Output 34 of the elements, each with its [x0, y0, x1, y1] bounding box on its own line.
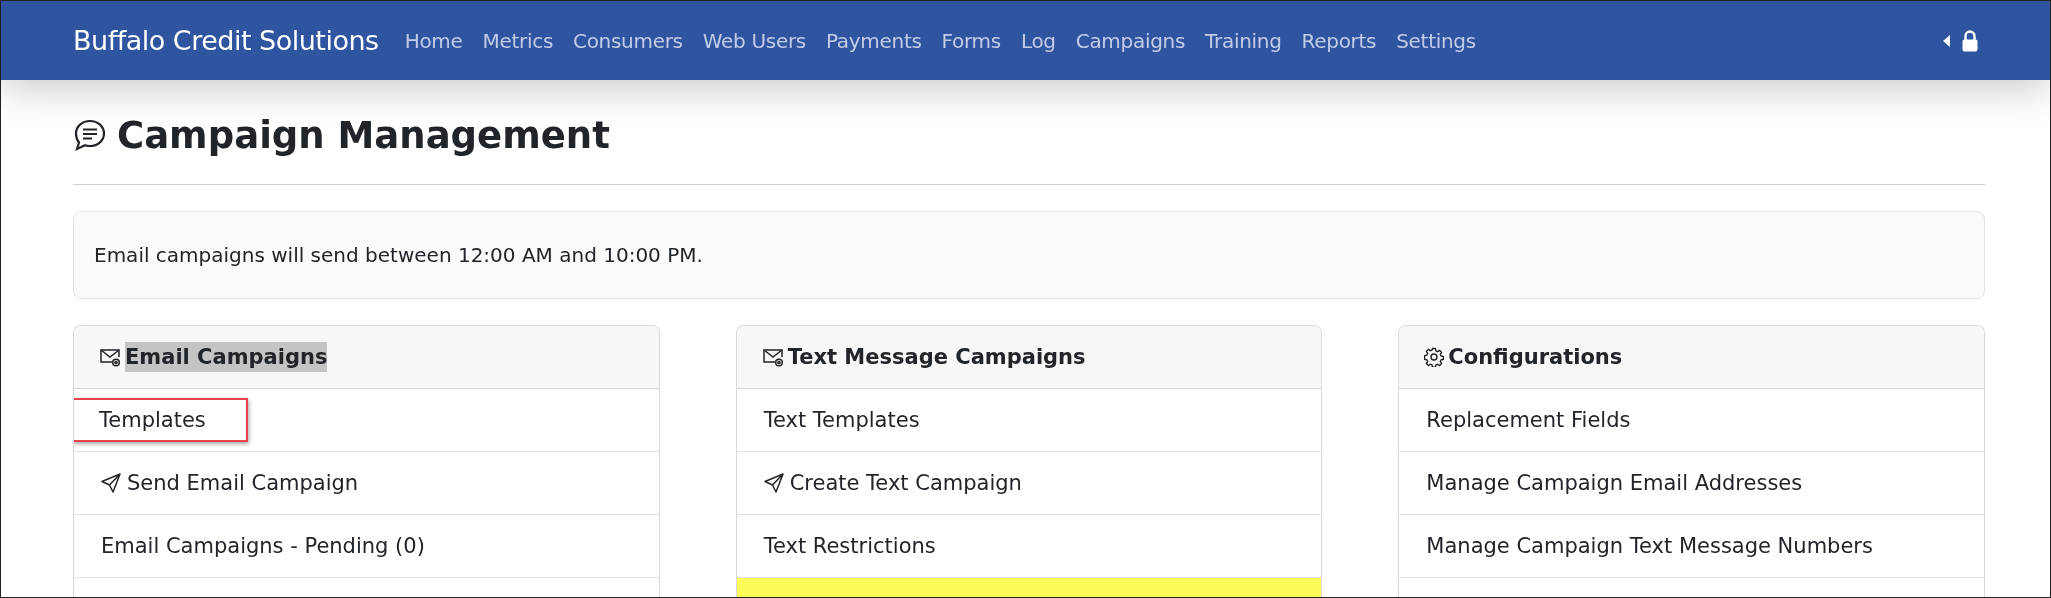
nav-link[interactable]: Reports — [1301, 28, 1377, 53]
card-title: Configurations — [1448, 344, 1623, 371]
settings-icon — [1424, 347, 1445, 367]
caret-left-icon[interactable] — [1943, 34, 1950, 47]
nav-link[interactable]: Log — [1020, 28, 1056, 53]
menu-link[interactable]: Manage Campaign Text Message Numbers — [1419, 524, 1880, 568]
menu-link[interactable]: Email Campaigns - Pending (0) — [94, 524, 432, 568]
nav-link[interactable]: Forms — [941, 28, 1001, 53]
lock-icon[interactable] — [1962, 29, 1978, 52]
nav-link[interactable]: Home — [404, 28, 463, 53]
nav-link[interactable]: Payments — [826, 28, 922, 53]
card-title: Text Message Campaigns — [787, 344, 1086, 371]
nav-link[interactable]: Metrics — [482, 28, 553, 53]
menu-link[interactable]: Replacement Fields — [1419, 398, 1638, 442]
menu-link[interactable]: Text Templates — [756, 398, 927, 442]
paper-plane-icon — [763, 473, 784, 493]
menu-link[interactable]: Manage Campaign Email Addresses — [1419, 461, 1810, 505]
envelope-at-icon — [761, 347, 784, 367]
envelope-at-icon — [99, 347, 121, 367]
menu-link[interactable]: Create Text Campaign — [756, 461, 1029, 505]
nav-link[interactable]: Web Users — [702, 28, 806, 53]
nav-link[interactable]: Campaigns — [1075, 28, 1186, 53]
card-title: Email Campaigns — [125, 342, 328, 372]
paper-plane-icon — [101, 473, 121, 493]
nav-link[interactable]: Consumers — [573, 28, 683, 53]
brand-name[interactable]: Buffalo Credit Solutions — [73, 25, 379, 56]
nav-link[interactable]: Training — [1205, 28, 1282, 53]
page-title: Campaign Management — [117, 113, 610, 157]
menu-link[interactable]: Templates — [74, 398, 248, 442]
menu-link[interactable]: Text Restrictions — [756, 524, 943, 568]
chat-bubble-icon — [73, 118, 107, 152]
menu-link[interactable]: Send Email Campaign — [94, 461, 366, 505]
nav-link[interactable]: Settings — [1396, 28, 1476, 53]
notice-text: Email campaigns will send between 12:00 AM and 10:00 PM. — [94, 243, 703, 267]
